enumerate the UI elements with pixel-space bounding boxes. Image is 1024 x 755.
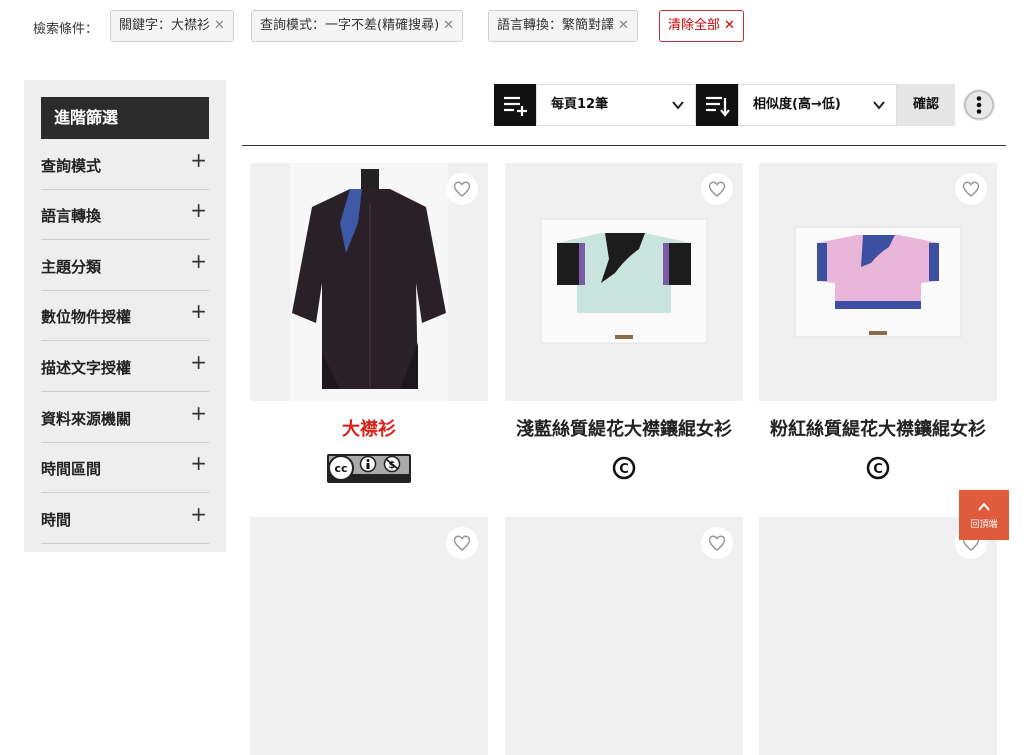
per-page-select[interactable]: 每頁12筆 [536,84,696,126]
heart-icon [962,181,980,197]
per-page-icon[interactable] [494,84,536,126]
favorite-button[interactable] [446,527,478,559]
heart-icon [708,181,726,197]
result-thumbnail[interactable] [759,163,997,401]
sidebar-item-object-license[interactable]: 數位物件授權 + [41,291,209,341]
filter-label: 檢索條件： [33,22,99,37]
clear-all-button[interactable]: 清除全部 ✕ [659,10,744,42]
heart-icon [453,535,471,551]
svg-text:C: C [873,462,883,477]
license-badge: C [505,452,743,484]
advanced-filter-sidebar: 進階篩選 查詢模式 + 語言轉換 + 主題分類 + 數位物件授權 + 描述文字授… [24,80,226,552]
result-thumbnail[interactable] [505,163,743,401]
result-thumbnail[interactable] [505,517,743,755]
svg-text:cc: cc [334,462,347,475]
back-to-top-button[interactable]: 回頂端 [959,490,1009,540]
heart-icon [453,181,471,197]
plus-icon: + [190,350,207,374]
sidebar-item-label: 時間區間 [41,460,102,478]
confirm-button[interactable]: 確認 [897,84,955,126]
filter-chip-text: 關鍵字：大襟衫 [119,18,211,33]
plus-icon: + [190,198,207,222]
result-title[interactable]: 粉紅絲質緹花大襟鑲緄女衫 [749,415,1007,441]
more-options-icon[interactable] [963,89,995,121]
plus-icon: + [190,299,207,323]
sidebar-item-time-range[interactable]: 時間區間 + [41,443,209,493]
back-to-top-label: 回頂端 [970,520,998,530]
filter-chip-text: 查詢模式：一字不差(精確搜尋) [260,18,440,33]
sidebar-item-label: 數位物件授權 [41,308,132,326]
sidebar-item-label: 查詢模式 [41,157,102,175]
sort-value: 相似度(高→低) [753,97,841,112]
sidebar-item-source[interactable]: 資料來源機關 + [41,393,209,443]
result-title[interactable]: 大襟衫 [240,415,498,441]
heart-icon [708,535,726,551]
copyright-icon: C [612,456,636,480]
sidebar-item-label: 主題分類 [41,258,102,276]
favorite-button[interactable] [955,173,987,205]
sidebar-item-label: 描述文字授權 [41,359,132,377]
filter-bar: 檢索條件： 關鍵字：大襟衫 ✕ 查詢模式：一字不差(精確搜尋) ✕ 語言轉換：繁簡對… [0,0,1024,56]
svg-text:C: C [619,462,629,477]
sidebar-item-time[interactable]: 時間 + [41,494,209,544]
favorite-button[interactable] [701,527,733,559]
result-thumbnail[interactable] [759,517,997,755]
result-thumbnail[interactable] [250,163,488,401]
plus-icon: + [190,502,207,526]
result-thumbnail[interactable] [250,517,488,755]
clear-all-label: 清除全部 [668,18,721,33]
license-badge: C [759,452,997,484]
filter-chip-query-mode[interactable]: 查詢模式：一字不差(精確搜尋) ✕ [251,10,464,42]
close-icon[interactable]: ✕ [618,18,629,33]
close-icon: ✕ [724,18,735,33]
chevron-up-icon [978,502,990,511]
plus-icon: + [190,401,207,425]
sidebar-item-language[interactable]: 語言轉換 + [41,190,209,240]
close-icon[interactable]: ✕ [443,18,454,33]
sidebar-item-label: 資料來源機關 [41,410,132,428]
license-badge: cc $ [250,452,488,484]
favorite-button[interactable] [446,173,478,205]
chevron-down-icon [873,101,885,110]
sidebar-item-label: 時間 [41,511,72,529]
cc-by-nc-icon: cc $ [327,454,411,483]
chevron-down-icon [672,101,684,110]
toolbar-divider [242,145,1006,146]
sidebar-heading: 進階篩選 [41,97,209,139]
sort-icon[interactable] [696,84,738,126]
sidebar-item-text-license[interactable]: 描述文字授權 + [41,342,209,392]
sidebar-item-query-mode[interactable]: 查詢模式 + [41,140,209,190]
sidebar-item-label: 語言轉換 [41,207,102,225]
filter-chip-text: 語言轉換：繁簡對譯 [497,18,615,33]
result-title[interactable]: 淺藍絲質緹花大襟鑲緄女衫 [495,415,753,441]
favorite-button[interactable] [701,173,733,205]
plus-icon: + [190,148,207,172]
sort-select[interactable]: 相似度(高→低) [738,84,897,126]
plus-icon: + [190,249,207,273]
filter-chip-keyword[interactable]: 關鍵字：大襟衫 ✕ [110,10,234,42]
plus-icon: + [190,451,207,475]
copyright-icon: C [866,456,890,480]
close-icon[interactable]: ✕ [214,18,225,33]
per-page-value: 每頁12筆 [551,97,609,112]
sidebar-item-topic[interactable]: 主題分類 + [41,241,209,291]
filter-chip-language[interactable]: 語言轉換：繁簡對譯 ✕ [488,10,638,42]
